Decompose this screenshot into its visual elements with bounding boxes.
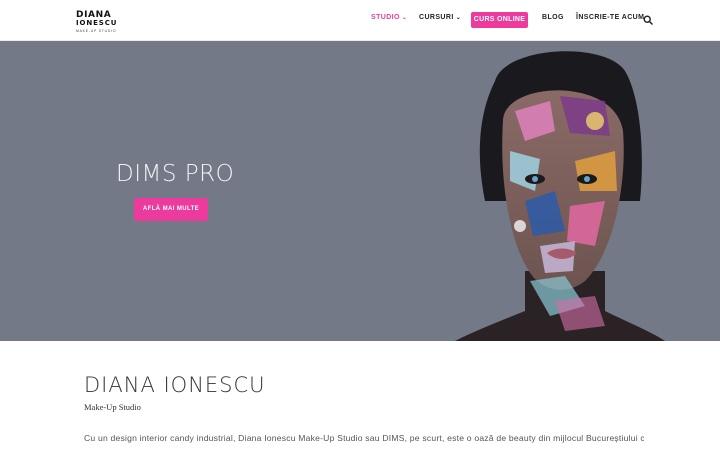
- hero-portrait-image: [455, 51, 665, 341]
- logo-line-1: DIANA: [76, 10, 112, 20]
- intro-title: DIANA IONESCU: [84, 373, 266, 397]
- intro-subtitle: Make-Up Studio: [84, 402, 141, 412]
- chevron-down-icon: ⌄: [455, 15, 462, 21]
- chevron-down-icon: ⌄: [401, 15, 408, 21]
- nav-item-label: CURSURI: [419, 14, 454, 21]
- nav-item-blog[interactable]: BLOG: [542, 14, 564, 21]
- nav-item-inscrie-te-acum[interactable]: ÎNSCRIE-TE ACUM: [576, 14, 644, 21]
- nav-item-studio[interactable]: STUDIO ⌄: [371, 14, 407, 21]
- site-header: DIANA IONESCU MAKE-UP STUDIO STUDIO ⌄ CUR…: [0, 0, 720, 41]
- intro-paragraph: Cu un design interior candy industrial, …: [84, 433, 644, 443]
- site-logo[interactable]: DIANA IONESCU MAKE-UP STUDIO: [76, 10, 118, 34]
- search-icon[interactable]: [643, 15, 653, 25]
- logo-line-2: IONESCU: [76, 19, 118, 27]
- hero-title: DIMS PRO: [116, 161, 235, 187]
- nav-item-curs-online-button[interactable]: CURS ONLINE: [471, 12, 528, 28]
- nav-item-label: STUDIO: [371, 14, 400, 21]
- hero-banner: DIMS PRO AFLĂ MAI MULTE: [0, 41, 720, 341]
- logo-tagline: MAKE-UP STUDIO: [76, 29, 117, 33]
- nav-item-cursuri[interactable]: CURSURI ⌄: [419, 14, 461, 21]
- learn-more-button[interactable]: AFLĂ MAI MULTE: [134, 198, 208, 221]
